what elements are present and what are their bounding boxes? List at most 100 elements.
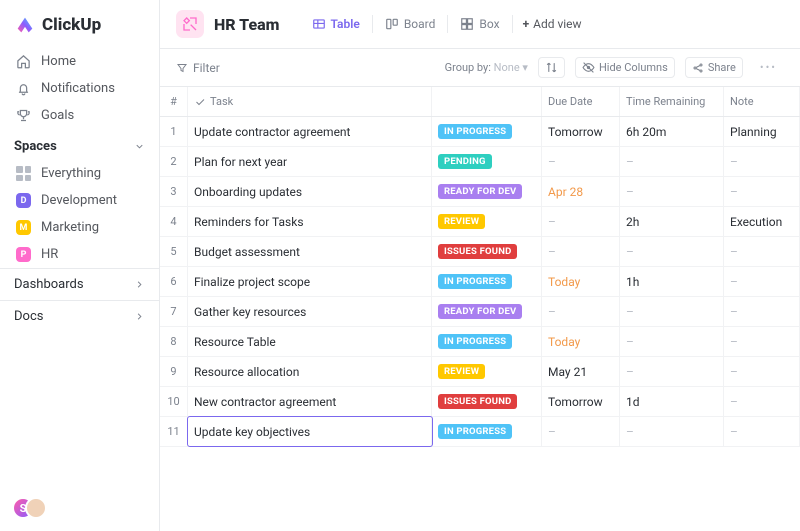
cell-task[interactable]: Gather key resources xyxy=(188,297,432,326)
cell-due[interactable]: Tomorrow xyxy=(542,117,620,146)
cell-task[interactable]: Update key objectives xyxy=(188,417,432,446)
cell-remaining[interactable]: 1h xyxy=(620,267,724,296)
nav-docs[interactable]: Docs xyxy=(0,300,159,332)
cell-task[interactable]: Onboarding updates xyxy=(188,177,432,206)
nav-goals[interactable]: Goals xyxy=(8,102,151,129)
hide-columns-button[interactable]: Hide Columns xyxy=(575,57,675,78)
cell-due[interactable]: – xyxy=(542,237,620,266)
cell-remaining[interactable]: – xyxy=(620,237,724,266)
col-num[interactable]: # xyxy=(160,87,188,116)
cell-note[interactable]: Planning xyxy=(724,117,800,146)
cell-remaining[interactable]: 2h xyxy=(620,207,724,236)
cell-note[interactable]: – xyxy=(724,327,800,356)
more-button[interactable]: ••• xyxy=(753,57,784,78)
cell-status[interactable]: IN PROGRESS xyxy=(432,267,542,296)
cell-remaining[interactable]: – xyxy=(620,297,724,326)
table-row[interactable]: 2Plan for next yearPENDING––– xyxy=(160,147,800,177)
cell-remaining[interactable]: – xyxy=(620,327,724,356)
toolbar: Filter Group by: None ▾ Hide Columns Sha… xyxy=(160,49,800,87)
cell-due[interactable]: Today xyxy=(542,327,620,356)
cell-status[interactable]: ISSUES FOUND xyxy=(432,387,542,416)
cell-status[interactable]: ISSUES FOUND xyxy=(432,237,542,266)
cell-due[interactable]: – xyxy=(542,417,620,446)
nav-dashboards[interactable]: Dashboards xyxy=(0,268,159,300)
cell-note[interactable]: Execution xyxy=(724,207,800,236)
view-tab-board[interactable]: Board xyxy=(377,13,444,35)
cell-task[interactable]: Finalize project scope xyxy=(188,267,432,296)
table-row[interactable]: 9Resource allocationREVIEWMay 21–– xyxy=(160,357,800,387)
app-root: ClickUp Home Notifications Goals Spaces … xyxy=(0,0,800,531)
filter-button[interactable]: Filter xyxy=(176,61,220,75)
table-row[interactable]: 10New contractor agreementISSUES FOUNDTo… xyxy=(160,387,800,417)
nav-home[interactable]: Home xyxy=(8,48,151,75)
nav-notifications[interactable]: Notifications xyxy=(8,75,151,102)
cell-status[interactable]: PENDING xyxy=(432,147,542,176)
cell-status[interactable]: READY FOR DEV xyxy=(432,297,542,326)
table-row[interactable]: 7Gather key resourcesREADY FOR DEV––– xyxy=(160,297,800,327)
cell-due[interactable]: – xyxy=(542,207,620,236)
cell-task[interactable]: Update contractor agreement xyxy=(188,117,432,146)
cell-status[interactable]: IN PROGRESS xyxy=(432,417,542,446)
space-everything[interactable]: Everything xyxy=(8,160,151,187)
cell-due[interactable]: – xyxy=(542,297,620,326)
table-row[interactable]: 8Resource TableIN PROGRESSToday–– xyxy=(160,327,800,357)
spaces-header[interactable]: Spaces xyxy=(0,129,159,160)
space-item[interactable]: DDevelopment xyxy=(8,187,151,214)
cell-note[interactable]: – xyxy=(724,417,800,446)
space-item[interactable]: PHR xyxy=(8,241,151,268)
cell-due[interactable]: – xyxy=(542,147,620,176)
brand[interactable]: ClickUp xyxy=(0,0,159,48)
table-row[interactable]: 11Update key objectivesIN PROGRESS––– xyxy=(160,417,800,447)
table-row[interactable]: 6Finalize project scopeIN PROGRESSToday1… xyxy=(160,267,800,297)
cell-status[interactable]: REVIEW xyxy=(432,357,542,386)
sort-button[interactable] xyxy=(538,57,565,78)
cell-note[interactable]: – xyxy=(724,177,800,206)
cell-task[interactable]: New contractor agreement xyxy=(188,387,432,416)
col-due[interactable]: Due Date xyxy=(542,87,620,116)
cell-remaining[interactable]: – xyxy=(620,417,724,446)
space-label: Development xyxy=(41,193,117,208)
cell-status[interactable]: IN PROGRESS xyxy=(432,117,542,146)
cell-due[interactable]: May 21 xyxy=(542,357,620,386)
col-note[interactable]: Note xyxy=(724,87,800,116)
cell-num: 3 xyxy=(160,177,188,206)
table-row[interactable]: 4Reminders for TasksREVIEW–2hExecution xyxy=(160,207,800,237)
cell-note[interactable]: – xyxy=(724,237,800,266)
cell-task[interactable]: Reminders for Tasks xyxy=(188,207,432,236)
group-by-select[interactable]: Group by: None ▾ xyxy=(445,61,528,74)
table-row[interactable]: 1Update contractor agreementIN PROGRESST… xyxy=(160,117,800,147)
cell-remaining[interactable]: 1d xyxy=(620,387,724,416)
cell-due[interactable]: Tomorrow xyxy=(542,387,620,416)
cell-num: 4 xyxy=(160,207,188,236)
cell-note[interactable]: – xyxy=(724,387,800,416)
cell-status[interactable]: READY FOR DEV xyxy=(432,177,542,206)
view-tab-box[interactable]: Box xyxy=(452,13,507,35)
cell-remaining[interactable]: – xyxy=(620,177,724,206)
user-avatars[interactable]: S xyxy=(0,497,159,531)
cell-due[interactable]: Today xyxy=(542,267,620,296)
col-task[interactable]: Task xyxy=(188,87,432,116)
cell-task[interactable]: Resource Table xyxy=(188,327,432,356)
col-remaining[interactable]: Time Remaining xyxy=(620,87,724,116)
table-row[interactable]: 3Onboarding updatesREADY FOR DEVApr 28–– xyxy=(160,177,800,207)
cell-remaining[interactable]: 6h 20m xyxy=(620,117,724,146)
share-icon xyxy=(692,62,704,74)
cell-remaining[interactable]: – xyxy=(620,357,724,386)
cell-remaining[interactable]: – xyxy=(620,147,724,176)
brand-label: ClickUp xyxy=(42,15,101,35)
cell-status[interactable]: IN PROGRESS xyxy=(432,327,542,356)
cell-note[interactable]: – xyxy=(724,357,800,386)
cell-status[interactable]: REVIEW xyxy=(432,207,542,236)
cell-task[interactable]: Budget assessment xyxy=(188,237,432,266)
share-button[interactable]: Share xyxy=(685,57,743,78)
view-tab-table[interactable]: Table xyxy=(304,13,368,35)
table-row[interactable]: 5Budget assessmentISSUES FOUND––– xyxy=(160,237,800,267)
cell-note[interactable]: – xyxy=(724,267,800,296)
space-item[interactable]: MMarketing xyxy=(8,214,151,241)
cell-task[interactable]: Resource allocation xyxy=(188,357,432,386)
cell-note[interactable]: – xyxy=(724,147,800,176)
cell-task[interactable]: Plan for next year xyxy=(188,147,432,176)
add-view-button[interactable]: +Add view xyxy=(517,13,588,35)
cell-due[interactable]: Apr 28 xyxy=(542,177,620,206)
cell-note[interactable]: – xyxy=(724,297,800,326)
